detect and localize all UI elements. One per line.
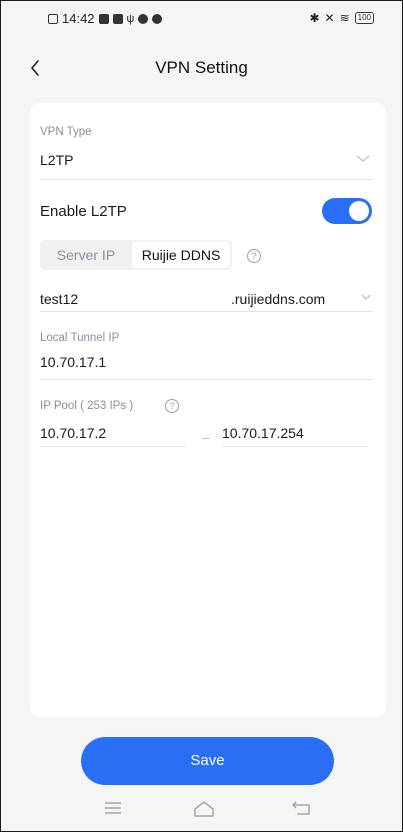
ddns-suffix-chevron-down-icon[interactable] (361, 293, 371, 301)
status-time: 14:42 (62, 11, 95, 26)
server-mode-segmented: Server IP Ruijie DDNS (40, 240, 232, 270)
help-icon[interactable]: ? (247, 249, 261, 263)
ip-pool-end-input[interactable]: 10.70.17.254 (222, 425, 304, 441)
vpn-type-chevron-down-icon[interactable] (356, 154, 370, 164)
system-nav-bar (1, 796, 402, 831)
ddns-divider (40, 311, 373, 312)
ip-pool-start-divider (40, 446, 185, 447)
menu-icon[interactable] (104, 800, 122, 816)
ip-pool-separator: _ (202, 423, 210, 439)
home-icon[interactable] (193, 800, 215, 818)
back-nav-icon[interactable] (291, 800, 311, 816)
ip-pool-help-icon[interactable]: ? (165, 399, 179, 413)
save-button[interactable]: Save (81, 737, 334, 785)
enable-l2tp-toggle[interactable] (322, 198, 372, 224)
vpn-type-divider (40, 179, 373, 180)
ip-pool-label: IP Pool ( 253 IPs ) (40, 400, 134, 412)
ddns-host-input[interactable]: test12 (40, 291, 78, 307)
vpn-type-value[interactable]: L2TP (40, 152, 73, 168)
notification-icon (48, 13, 58, 24)
battery-icon: 100 (354, 12, 374, 24)
tab-ruijie-ddns[interactable]: Ruijie DDNS (132, 242, 230, 268)
ip-pool-end-divider (222, 446, 368, 447)
mute-icon: ✕ (324, 11, 335, 25)
page-title: VPN Setting (155, 58, 248, 77)
header: VPN Setting (1, 48, 402, 88)
ddns-suffix-select[interactable]: .ruijieddns.com (231, 291, 325, 307)
toggle-knob (349, 201, 369, 221)
vpn-type-label: VPN Type (40, 126, 92, 138)
local-tunnel-ip-label: Local Tunnel IP (40, 332, 120, 344)
status-left: 14:42 ψ (48, 11, 163, 26)
usb-icon: ψ (126, 12, 135, 25)
enable-l2tp-label: Enable L2TP (40, 203, 127, 220)
wifi-icon: ≋ (339, 11, 350, 25)
local-tunnel-ip-input[interactable]: 10.70.17.1 (40, 354, 106, 370)
status-right: ✱ ✕ ≋ 100 (309, 11, 374, 25)
cloud-icon (138, 13, 149, 24)
image-icon (112, 13, 123, 24)
app-icon (98, 13, 109, 24)
vpn-settings-card: VPN Type L2TP Enable L2TP Server IP Ruij… (30, 103, 386, 717)
local-tunnel-divider (40, 379, 373, 380)
phone-screen: 14:42 ψ ✱ ✕ ≋ 100 VPN Setting VPN Type L… (0, 0, 403, 832)
tab-server-ip[interactable]: Server IP (42, 242, 130, 268)
bluetooth-icon: ✱ (309, 11, 320, 25)
ip-pool-start-input[interactable]: 10.70.17.2 (40, 425, 106, 441)
status-bar: 14:42 ψ ✱ ✕ ≋ 100 (1, 1, 402, 37)
sync-icon (152, 13, 163, 24)
